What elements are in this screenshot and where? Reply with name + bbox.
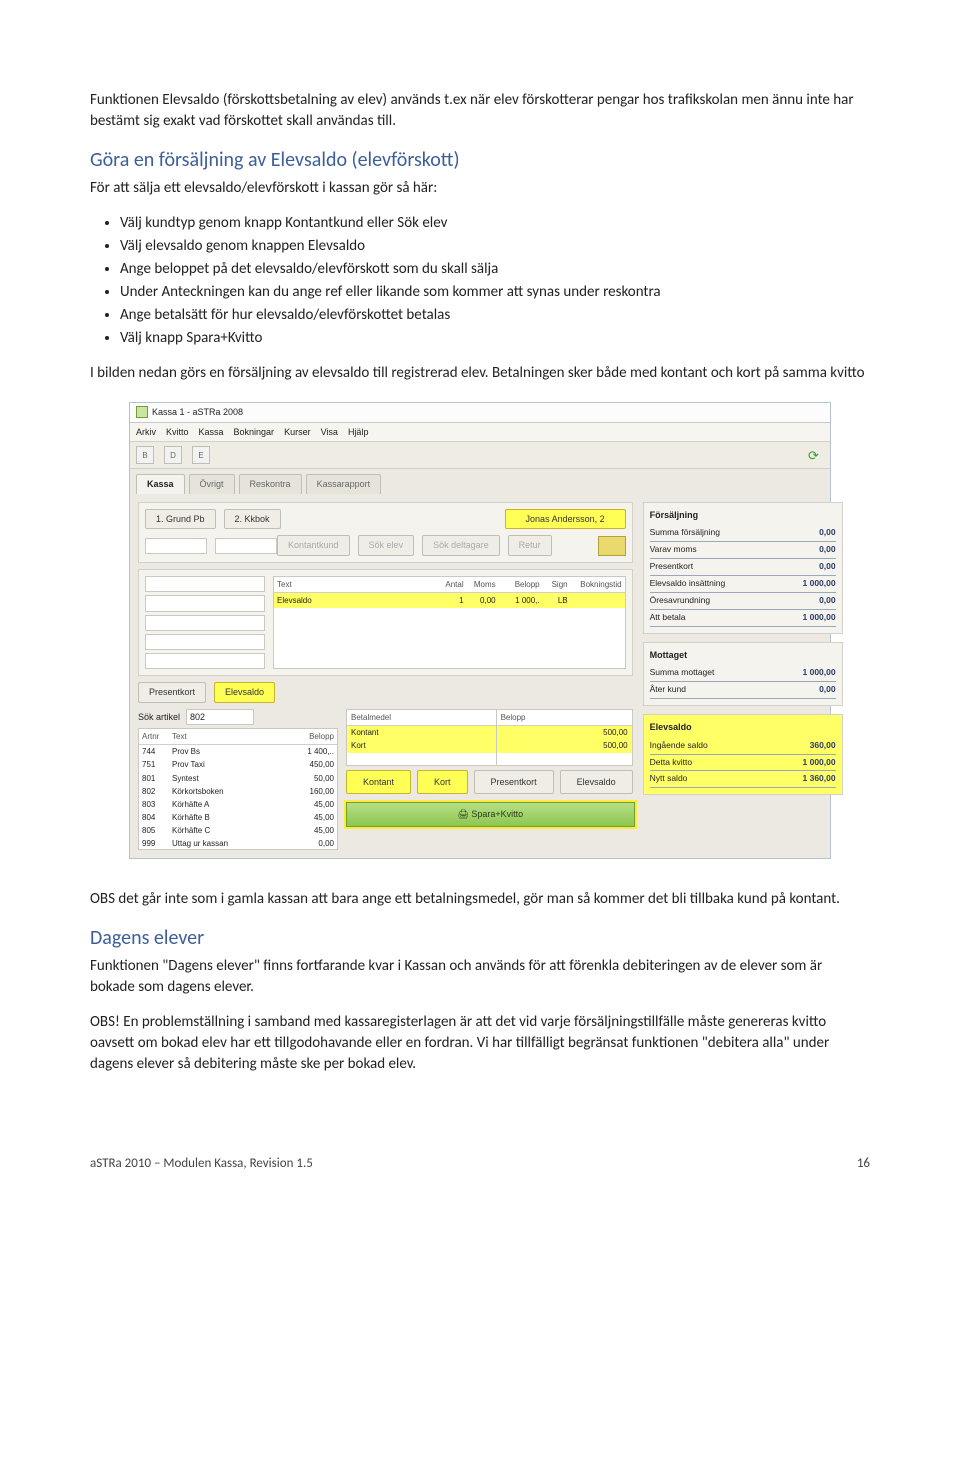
bullet-list: Välj kundtyp genom knapp Kontantkund ell… bbox=[120, 213, 870, 349]
kort-button[interactable]: Kort bbox=[417, 770, 468, 795]
empty-input[interactable] bbox=[145, 576, 265, 592]
page-number: 16 bbox=[857, 1155, 870, 1173]
obs-paragraph-2: OBS! En problemställning i samband med k… bbox=[90, 1012, 870, 1075]
menu-item[interactable]: Visa bbox=[321, 426, 338, 439]
payment-table[interactable]: Betalmedel Kontant Kort Belopp 500,00 50… bbox=[346, 709, 633, 766]
grundpb-button[interactable]: 1. Grund Pb bbox=[145, 509, 216, 530]
bullet-item: Ange betalsätt för hur elevsaldo/elevför… bbox=[120, 305, 870, 326]
intro-paragraph: Funktionen Elevsaldo (förskottsbetalning… bbox=[90, 90, 870, 132]
kontant-button[interactable]: Kontant bbox=[346, 770, 411, 795]
menu-bar[interactable]: Arkiv Kvitto Kassa Bokningar Kurser Visa… bbox=[130, 423, 830, 443]
tab-kassarapport[interactable]: Kassarapport bbox=[306, 474, 382, 494]
sok-deltagare-button[interactable]: Sök deltagare bbox=[422, 535, 500, 556]
page-footer: aSTRa 2010 – Modulen Kassa, Revision 1.5… bbox=[90, 1155, 870, 1173]
toolbar-button[interactable]: E bbox=[192, 446, 210, 464]
forsaljning-panel: Försäljning Summa försäljning0,00 Varav … bbox=[643, 502, 843, 634]
table-row[interactable]: 803Körhäfte A45,00 bbox=[139, 798, 337, 811]
top-button-box: 1. Grund Pb 2. Kkbok Jonas Andersson, 2 … bbox=[138, 502, 633, 563]
presentkort-pay-button[interactable]: Presentkort bbox=[474, 770, 554, 795]
empty-input[interactable] bbox=[145, 615, 265, 631]
customer-badge[interactable]: Jonas Andersson, 2 bbox=[505, 509, 626, 530]
footer-left: aSTRa 2010 – Modulen Kassa, Revision 1.5 bbox=[90, 1155, 313, 1173]
presentkort-button[interactable]: Presentkort bbox=[138, 682, 206, 703]
toolbar-button[interactable]: D bbox=[164, 446, 182, 464]
retur-button[interactable]: Retur bbox=[508, 535, 552, 556]
line-header: Text Antal Moms Belopp Sign Bokningstid bbox=[274, 577, 625, 593]
bullet-item: Välj kundtyp genom knapp Kontantkund ell… bbox=[120, 213, 870, 234]
empty-input[interactable] bbox=[145, 653, 265, 669]
toolbar-button[interactable]: B bbox=[136, 446, 154, 464]
table-row[interactable]: 999Uttag ur kassan0,00 bbox=[139, 837, 337, 850]
after-bullets-paragraph: I bilden nedan görs en försäljning av el… bbox=[90, 363, 870, 384]
menu-item[interactable]: Bokningar bbox=[234, 426, 275, 439]
kontantkund-button[interactable]: Kontantkund bbox=[277, 535, 350, 556]
table-row[interactable]: 744Prov Bs1 400,.. bbox=[139, 745, 337, 758]
elevsaldo-pay-button[interactable]: Elevsaldo bbox=[560, 770, 633, 795]
bullet-item: Välj elevsaldo genom knappen Elevsaldo bbox=[120, 236, 870, 257]
window-titlebar[interactable]: Kassa 1 - aSTRa 2008 bbox=[130, 403, 830, 423]
app-screenshot: Kassa 1 - aSTRa 2008 Arkiv Kvitto Kassa … bbox=[129, 402, 831, 859]
tabs-row: Kassa Övrigt Reskontra Kassarapport bbox=[130, 469, 830, 494]
tab-kassa[interactable]: Kassa bbox=[136, 474, 185, 494]
table-row[interactable]: 802Körkortsboken160,00 bbox=[139, 785, 337, 798]
table-row[interactable]: 751Prov Taxi450,00 bbox=[139, 758, 337, 771]
empty-input[interactable] bbox=[145, 538, 207, 554]
kkbok-button[interactable]: 2. Kkbok bbox=[224, 509, 281, 530]
section-lead: För att sälja ett elevsaldo/elevförskott… bbox=[90, 178, 870, 199]
articles-table[interactable]: Artnr Text Belopp 744Prov Bs1 400,.. 751… bbox=[138, 728, 338, 850]
menu-item[interactable]: Kurser bbox=[284, 426, 311, 439]
sok-elev-button[interactable]: Sök elev bbox=[358, 535, 415, 556]
bullet-item: Välj knapp Spara+Kvitto bbox=[120, 328, 870, 349]
tab-reskontra[interactable]: Reskontra bbox=[239, 474, 302, 494]
menu-item[interactable]: Hjälp bbox=[348, 426, 369, 439]
app-icon bbox=[136, 406, 148, 418]
bullet-item: Ange beloppet på det elevsaldo/elevförsk… bbox=[120, 259, 870, 280]
empty-input[interactable] bbox=[145, 634, 265, 650]
menu-item[interactable]: Kassa bbox=[199, 426, 224, 439]
sok-artikel-input[interactable]: 802 bbox=[186, 709, 254, 725]
line-row[interactable]: Elevsaldo 1 0,00 1 000,. LB bbox=[274, 593, 625, 608]
refresh-icon[interactable]: ⟳ bbox=[808, 447, 824, 463]
elevsaldo-button[interactable]: Elevsaldo bbox=[214, 682, 275, 703]
section2-body: Funktionen "Dagens elever" finns fortfar… bbox=[90, 956, 870, 998]
truck-icon bbox=[598, 536, 626, 556]
spara-kvitto-button[interactable]: 🖨 Spara+Kvitto bbox=[346, 802, 635, 827]
window-title: Kassa 1 - aSTRa 2008 bbox=[152, 406, 243, 419]
mottaget-panel: Mottaget Summa mottaget1 000,00 Åter kun… bbox=[643, 642, 843, 706]
section-title-elevsaldo: Göra en försäljning av Elevsaldo (elevfö… bbox=[90, 146, 870, 174]
sok-artikel-label: Sök artikel bbox=[138, 711, 180, 724]
table-row[interactable]: 801Syntest50,00 bbox=[139, 772, 337, 785]
empty-input[interactable] bbox=[215, 538, 277, 554]
obs-paragraph-1: OBS det går inte som i gamla kassan att … bbox=[90, 889, 870, 910]
menu-item[interactable]: Arkiv bbox=[136, 426, 156, 439]
table-row[interactable]: 805Körhäfte C45,00 bbox=[139, 824, 337, 837]
section-title-dagens-elever: Dagens elever bbox=[90, 924, 870, 952]
table-row[interactable]: 804Körhäfte B45,00 bbox=[139, 811, 337, 824]
elevsaldo-panel: Elevsaldo Ingående saldo360,00 Detta kvi… bbox=[643, 714, 843, 795]
print-icon: 🖨 bbox=[457, 809, 468, 819]
menu-item[interactable]: Kvitto bbox=[166, 426, 189, 439]
empty-input[interactable] bbox=[145, 595, 265, 611]
tab-ovrigt[interactable]: Övrigt bbox=[189, 474, 235, 494]
bullet-item: Under Anteckningen kan du ange ref eller… bbox=[120, 282, 870, 303]
toolbar: B D E ⟳ bbox=[130, 442, 830, 469]
